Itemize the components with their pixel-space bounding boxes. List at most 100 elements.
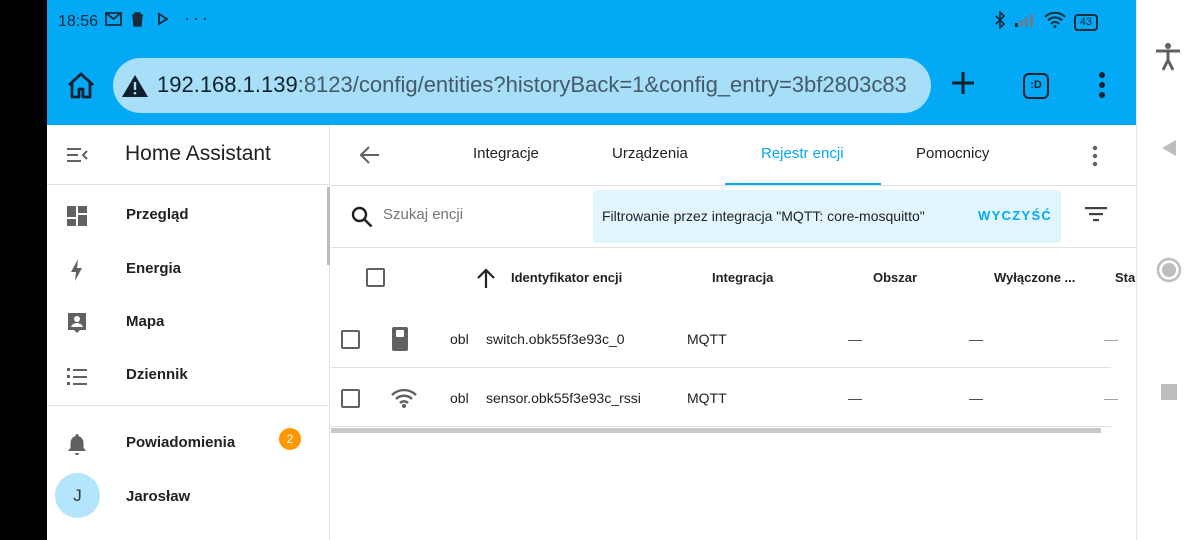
- sidebar-divider: [47, 405, 330, 406]
- more-vert-icon: [1092, 145, 1098, 167]
- browser-menu-button[interactable]: [1092, 70, 1112, 100]
- home-nav-icon[interactable]: [1155, 256, 1183, 289]
- row-integration: MQTT: [687, 390, 727, 406]
- sidebar-scrollbar[interactable]: [327, 187, 330, 265]
- plus-icon: [952, 72, 974, 94]
- accessibility-icon[interactable]: [1153, 42, 1183, 77]
- row-name: obl: [450, 390, 469, 406]
- android-status-bar: 18:56 ··· 43: [47, 0, 1136, 46]
- sidebar-item-przeglad[interactable]: Przegląd: [47, 189, 330, 243]
- menu-collapse-icon[interactable]: [65, 143, 89, 172]
- sidebar-item-dziennik[interactable]: Dziennik: [47, 349, 330, 403]
- more-dots-icon: ···: [184, 8, 211, 28]
- column-header-status[interactable]: Sta: [1115, 270, 1135, 285]
- select-all-checkbox[interactable]: [366, 268, 385, 287]
- search-icon: [351, 206, 373, 233]
- url-path: :8123/config/entities?historyBack=1&conf…: [297, 72, 907, 97]
- gmail-icon: [105, 12, 122, 31]
- row-area: —: [848, 390, 862, 406]
- filter-icon: [1085, 207, 1107, 222]
- device-screen: 18:56 ··· 43 192.168.1.139:8123/config/e…: [47, 0, 1136, 540]
- back-nav-icon[interactable]: [1159, 138, 1179, 163]
- bluetooth-icon: [994, 10, 1006, 34]
- map-person-icon: [65, 311, 89, 335]
- row-entity-id: switch.obk55f3e93c_0: [486, 331, 625, 347]
- row-checkbox[interactable]: [341, 330, 360, 349]
- sidebar-item-label: Mapa: [126, 313, 165, 330]
- home-button[interactable]: [63, 68, 99, 104]
- row-entity-id: sensor.obk55f3e93c_rssi: [486, 390, 641, 406]
- home-icon: [68, 72, 94, 99]
- sidebar-header: Home Assistant: [47, 125, 330, 185]
- row-checkbox[interactable]: [341, 389, 360, 408]
- trash-icon: [131, 12, 144, 32]
- back-button[interactable]: [359, 144, 381, 171]
- address-bar[interactable]: 192.168.1.139:8123/config/entities?histo…: [113, 58, 931, 113]
- active-tab-indicator: [725, 183, 881, 185]
- sidebar-item-notifications[interactable]: Powiadomienia 2: [47, 417, 330, 471]
- table-row[interactable]: obl switch.obk55f3e93c_0 MQTT — — —: [331, 310, 1118, 368]
- tab-switcher-button[interactable]: :D: [1023, 73, 1049, 99]
- warning-icon[interactable]: [121, 74, 149, 103]
- status-time: 18:56: [58, 13, 99, 30]
- url-text: 192.168.1.139:8123/config/entities?histo…: [157, 72, 907, 98]
- tab-rejestr-encji[interactable]: Rejestr encji: [761, 145, 844, 162]
- row-integration: MQTT: [687, 331, 727, 347]
- bell-icon: [65, 432, 89, 456]
- table-header: Identyfikator encji Integracja Obszar Wy…: [331, 248, 1136, 433]
- row-status: —: [1104, 331, 1118, 347]
- sidebar-item-label: Powiadomienia: [126, 434, 236, 451]
- recents-nav-icon[interactable]: [1160, 383, 1178, 406]
- new-tab-button[interactable]: [950, 68, 976, 102]
- arrow-left-icon: [359, 146, 379, 164]
- sidebar-item-label: Energia: [126, 260, 182, 277]
- avatar: J: [55, 473, 100, 518]
- row-name: obl: [450, 331, 469, 347]
- sidebar-item-mapa[interactable]: Mapa: [47, 296, 330, 350]
- row-disabled: —: [969, 331, 983, 347]
- main-content: Integracje Urządzenia Rejestr encji Pomo…: [331, 125, 1136, 540]
- signal-icon: [1014, 12, 1036, 33]
- column-header-integration[interactable]: Integracja: [712, 270, 773, 285]
- clear-filter-button[interactable]: WYCZYŚĆ: [978, 208, 1052, 223]
- more-vert-icon: [1099, 72, 1105, 98]
- row-status: —: [1104, 390, 1118, 406]
- app-title: Home Assistant: [125, 142, 271, 165]
- status-right-icons: 43: [994, 10, 1098, 34]
- overflow-menu-button[interactable]: [1091, 144, 1099, 173]
- column-header-disabled[interactable]: Wyłączone ...: [994, 270, 1075, 285]
- sidebar: Home Assistant Przegląd Energia Mapa Dzi…: [47, 125, 330, 540]
- sidebar-item-energia[interactable]: Energia: [47, 243, 330, 297]
- search-input[interactable]: [383, 206, 583, 223]
- tab-integracje[interactable]: Integracje: [473, 145, 539, 162]
- sort-ascending-icon[interactable]: [475, 268, 497, 295]
- row-area: —: [848, 331, 862, 347]
- android-navigation-bar: [1136, 0, 1200, 540]
- filter-button[interactable]: [1085, 206, 1107, 227]
- tab-pomocnicy[interactable]: Pomocnicy: [916, 145, 989, 162]
- left-black-bezel: [0, 0, 47, 540]
- search-row: Filtrowanie przez integracja "MQTT: core…: [331, 186, 1136, 248]
- play-icon: [157, 12, 169, 31]
- dashboard-icon: [65, 204, 89, 228]
- battery-indicator: 43: [1073, 14, 1098, 31]
- sidebar-item-label: Jarosław: [126, 488, 191, 505]
- wifi-status-icon: [1044, 11, 1066, 33]
- column-header-entity-id[interactable]: Identyfikator encji: [511, 270, 622, 285]
- wifi-icon: [391, 388, 417, 413]
- sidebar-item-label: Dziennik: [126, 366, 188, 383]
- notification-count-badge: 2: [279, 428, 301, 450]
- switch-icon: [391, 326, 409, 357]
- url-host: 192.168.1.139: [157, 72, 298, 97]
- column-header-area[interactable]: Obszar: [873, 270, 917, 285]
- filter-text: Filtrowanie przez integracja "MQTT: core…: [602, 208, 925, 224]
- row-disabled: —: [969, 390, 983, 406]
- table-row[interactable]: obl sensor.obk55f3e93c_rssi MQTT — — —: [331, 369, 1118, 427]
- tab-urzadzenia[interactable]: Urządzenia: [612, 145, 688, 162]
- list-icon: [65, 364, 89, 388]
- sidebar-item-label: Przegląd: [126, 206, 189, 223]
- active-filter-banner: Filtrowanie przez integracja "MQTT: core…: [593, 190, 1061, 243]
- horizontal-scrollbar[interactable]: [331, 428, 1101, 433]
- browser-toolbar: 192.168.1.139:8123/config/entities?histo…: [47, 46, 1136, 125]
- sidebar-item-user[interactable]: J Jarosław: [47, 471, 330, 525]
